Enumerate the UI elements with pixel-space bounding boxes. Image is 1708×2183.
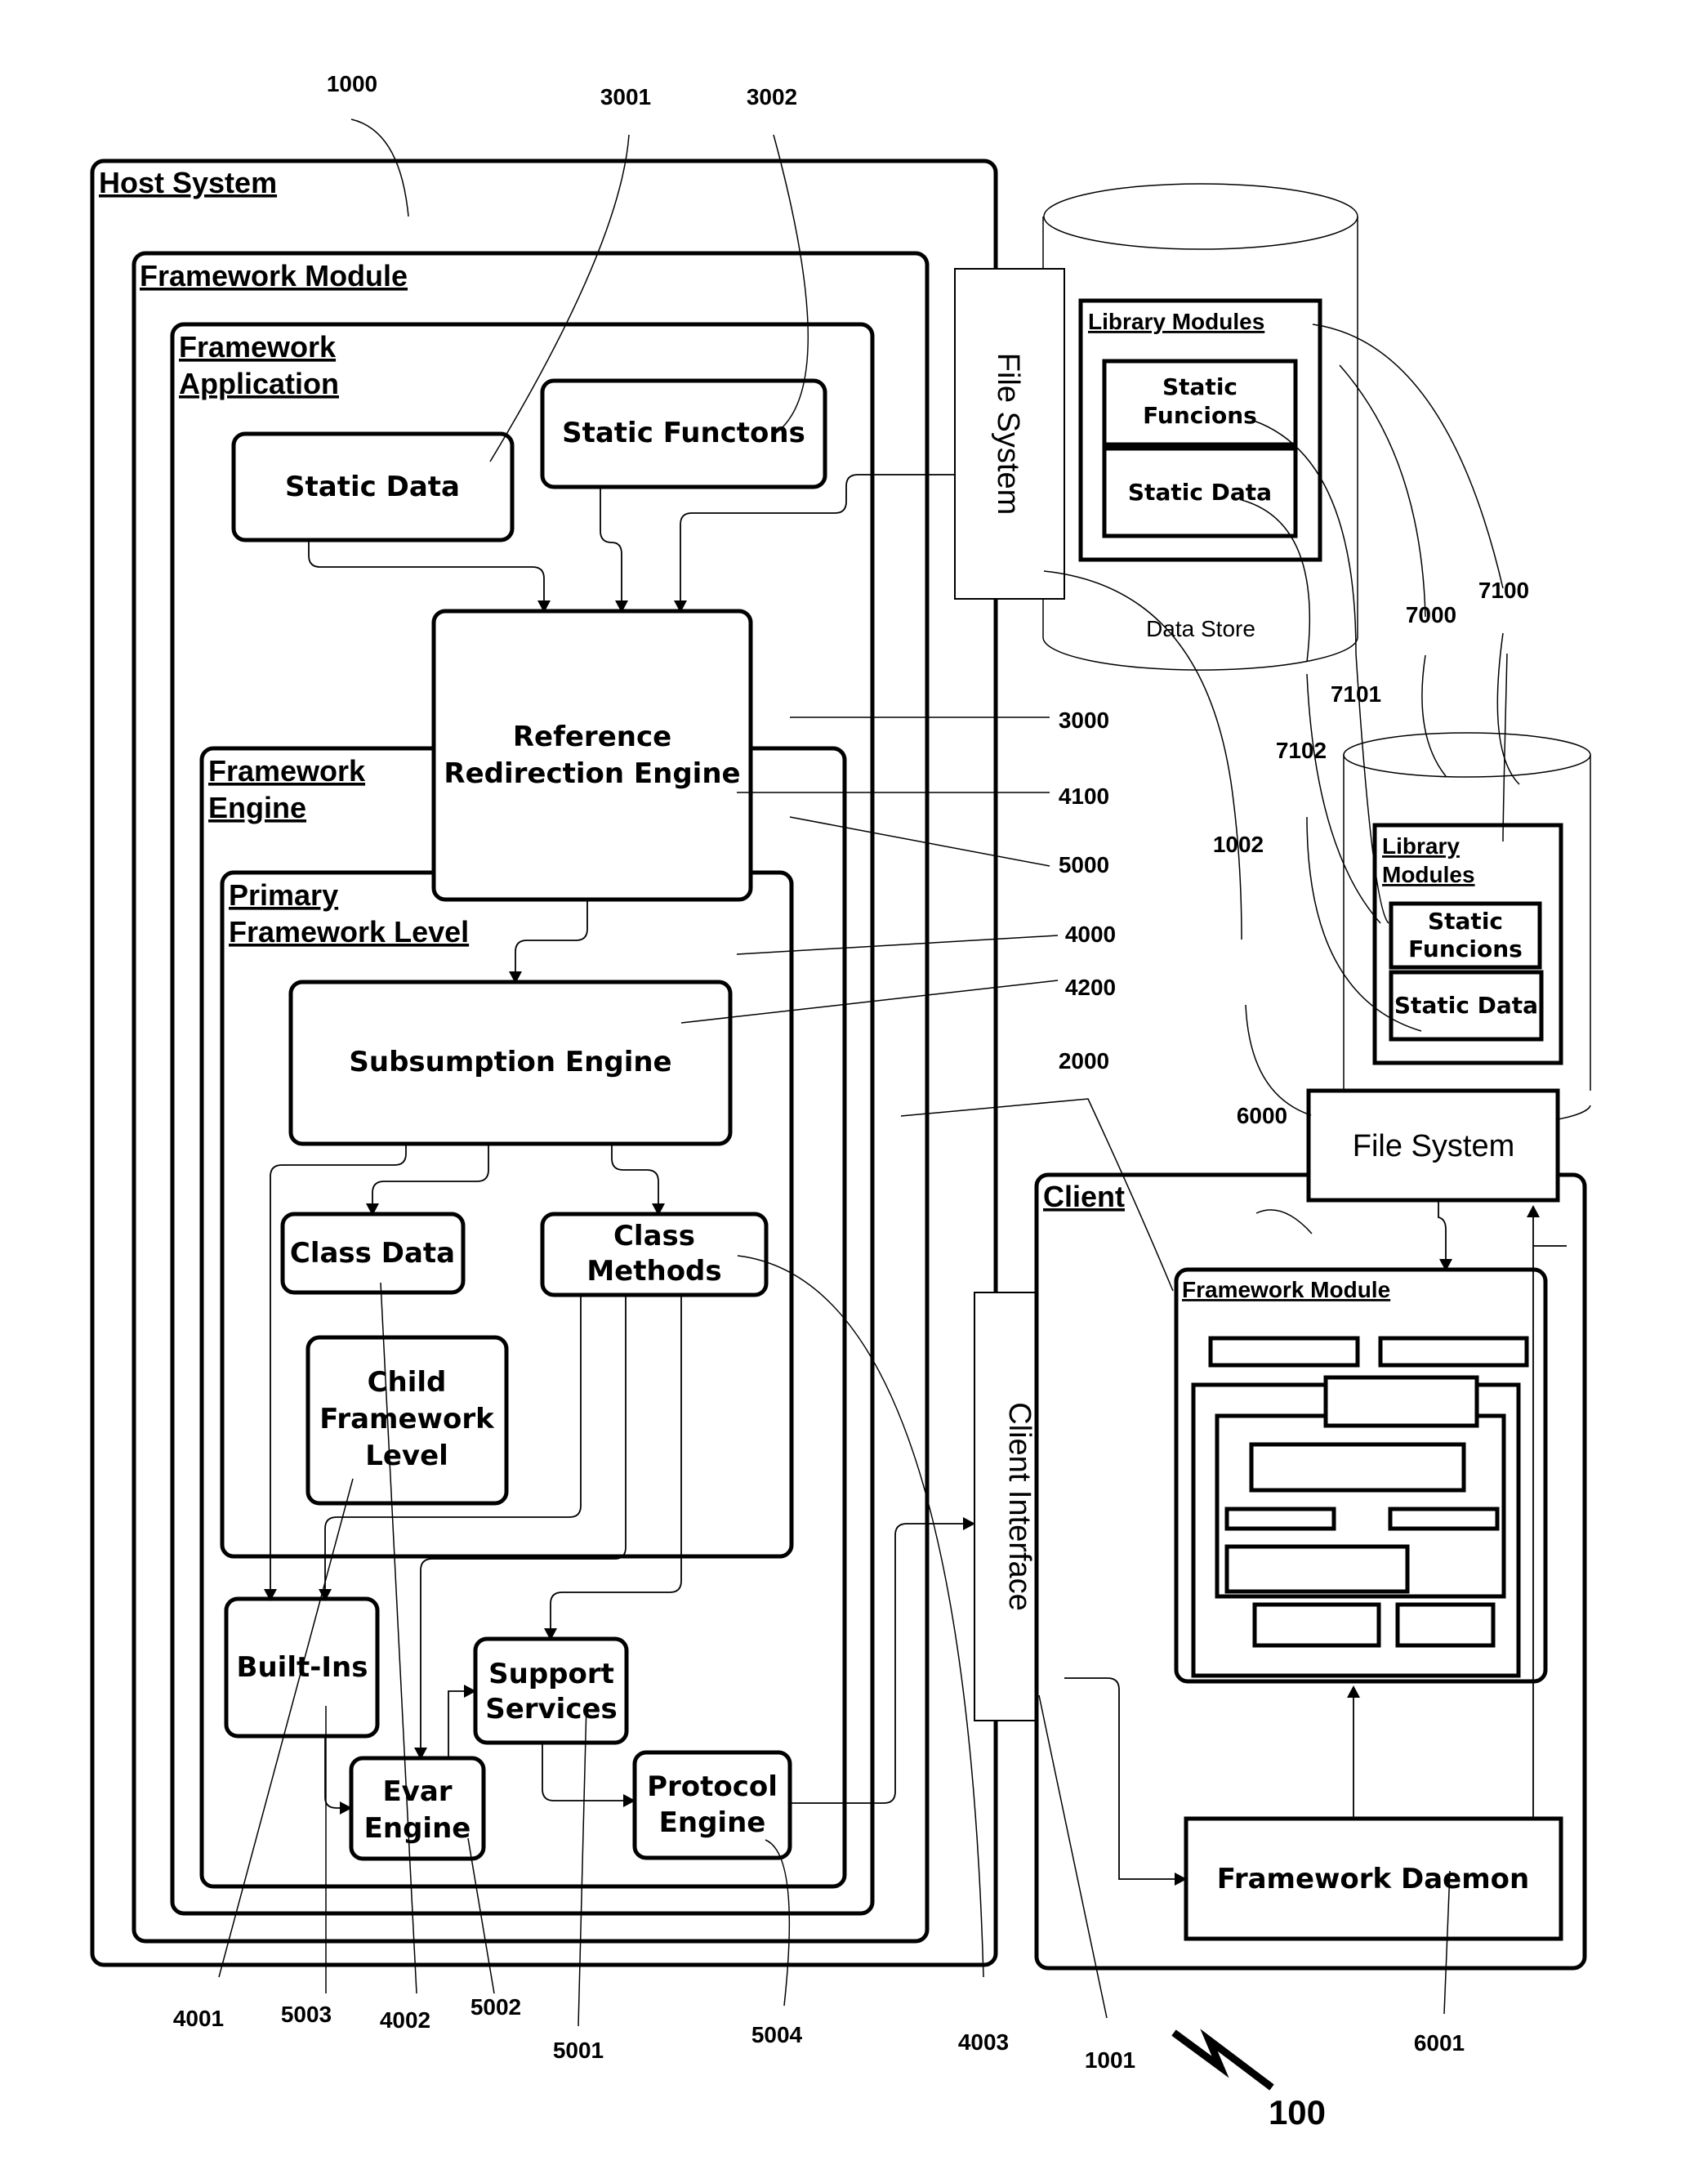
- lm1-static-data: Static Data: [1128, 479, 1272, 506]
- ref-2000: 2000: [1059, 1048, 1109, 1074]
- ref-5001: 5001: [553, 2038, 604, 2063]
- evar-engine-label-1: Evar: [382, 1775, 452, 1808]
- lm2-title-2: Modules: [1382, 862, 1475, 887]
- client-file-system-label: File System: [1353, 1129, 1514, 1163]
- library-modules-store-node: Library Modules Static Funcions Static D…: [1078, 298, 1322, 562]
- primary-framework-level-title-2: Framework Level: [229, 915, 469, 949]
- figure-lightning-marker: [1171, 2029, 1274, 2091]
- support-services-label-2: Services: [485, 1693, 618, 1725]
- ref-5002: 5002: [470, 1994, 521, 2020]
- library-modules-store-title: Library Modules: [1088, 309, 1264, 334]
- evar-engine-node: Evar Engine: [349, 1756, 486, 1861]
- figure-number: 100: [1269, 2093, 1326, 2132]
- ref-5004: 5004: [751, 2022, 803, 2047]
- lm2-static-functions-2: Funcions: [1408, 935, 1523, 962]
- client-title: Client: [1043, 1180, 1125, 1213]
- ref-7100: 7100: [1478, 578, 1529, 603]
- class-methods-label-2: Methods: [586, 1255, 721, 1288]
- ref-7102: 7102: [1276, 738, 1327, 763]
- framework-module-title: Framework Module: [140, 259, 408, 292]
- ref-4002: 4002: [380, 2007, 430, 2033]
- ref-4200: 4200: [1065, 975, 1116, 1000]
- client-framework-module-schematic: [1191, 1336, 1529, 1678]
- ref-4003: 4003: [958, 2029, 1009, 2055]
- ref-7000: 7000: [1406, 602, 1456, 627]
- host-system-title: Host System: [99, 166, 277, 199]
- ref-3000: 3000: [1059, 708, 1109, 733]
- framework-daemon-node: Framework Daemon: [1184, 1816, 1563, 1941]
- client-interface-label: Client Interface: [1002, 1402, 1037, 1611]
- child-framework-level-node: Child Framework Level: [305, 1335, 509, 1506]
- ref-1000: 1000: [327, 71, 377, 96]
- client-file-system-node: File System: [1306, 1088, 1560, 1203]
- framework-application-title-1: Framework: [179, 330, 337, 364]
- ref-6001: 6001: [1414, 2030, 1465, 2056]
- protocol-engine-node: Protocol Engine: [632, 1750, 792, 1860]
- evar-engine-label-2: Engine: [364, 1812, 471, 1845]
- client-framework-module-node: Framework Module: [1174, 1267, 1548, 1684]
- child-fl-label-1: Child: [368, 1366, 447, 1399]
- static-functions-node: Static Functons: [540, 378, 827, 489]
- lm1-static-functions-2: Funcions: [1143, 402, 1257, 429]
- class-methods-label-1: Class: [613, 1220, 695, 1252]
- lm2-static-data: Static Data: [1394, 992, 1538, 1019]
- class-data-node: Class Data: [280, 1212, 466, 1295]
- subsumption-engine-label: Subsumption Engine: [349, 1046, 671, 1078]
- static-functions-label: Static Functons: [562, 417, 805, 449]
- client-framework-module-title: Framework Module: [1182, 1277, 1390, 1302]
- reference-redirection-engine-node: Reference Redirection Engine: [431, 609, 753, 902]
- lm2-static-functions-1: Static: [1428, 908, 1503, 935]
- lm1-static-functions-1: Static: [1162, 373, 1238, 400]
- framework-engine-title-2: Engine: [208, 791, 306, 824]
- primary-framework-level-title-1: Primary: [229, 878, 338, 912]
- child-fl-label-3: Level: [365, 1440, 448, 1472]
- class-data-label: Class Data: [290, 1237, 455, 1270]
- framework-engine-title-1: Framework: [208, 754, 366, 788]
- ref-4001: 4001: [173, 2006, 224, 2031]
- static-data-label: Static Data: [285, 471, 460, 503]
- framework-application-title-2: Application: [179, 367, 339, 400]
- file-system-host-node: File System: [954, 268, 1065, 600]
- ref-1002: 1002: [1213, 832, 1264, 857]
- patent-diagram: Data Store Host System Framework Module …: [90, 71, 1591, 2132]
- framework-daemon-label: Framework Daemon: [1217, 1863, 1529, 1895]
- rre-label-2: Redirection Engine: [444, 757, 740, 790]
- ref-3001: 3001: [600, 84, 651, 109]
- ref-4000: 4000: [1065, 922, 1116, 947]
- protocol-engine-label-2: Engine: [659, 1806, 766, 1839]
- ref-5000: 5000: [1059, 852, 1109, 877]
- subsumption-engine-node: Subsumption Engine: [288, 980, 733, 1146]
- library-modules-client-node: Library Modules Static Funcions Static D…: [1372, 823, 1563, 1065]
- ref-4100: 4100: [1059, 783, 1109, 809]
- ref-7101: 7101: [1331, 681, 1381, 707]
- rre-label-1: Reference: [513, 721, 671, 753]
- static-data-node: Static Data: [231, 431, 515, 542]
- ref-3002: 3002: [747, 84, 797, 109]
- class-methods-node: Class Methods: [540, 1212, 769, 1297]
- ref-5003: 5003: [281, 2002, 332, 2027]
- support-services-label-1: Support: [488, 1658, 614, 1690]
- file-system-host-label: File System: [991, 353, 1025, 515]
- data-store-label: Data Store: [1146, 616, 1255, 641]
- lm2-title-1: Library: [1382, 833, 1460, 859]
- support-services-node: Support Services: [473, 1636, 629, 1745]
- ref-1001: 1001: [1085, 2047, 1135, 2073]
- child-fl-label-2: Framework: [319, 1403, 495, 1435]
- ref-6000: 6000: [1237, 1103, 1287, 1128]
- protocol-engine-label-1: Protocol: [647, 1770, 778, 1803]
